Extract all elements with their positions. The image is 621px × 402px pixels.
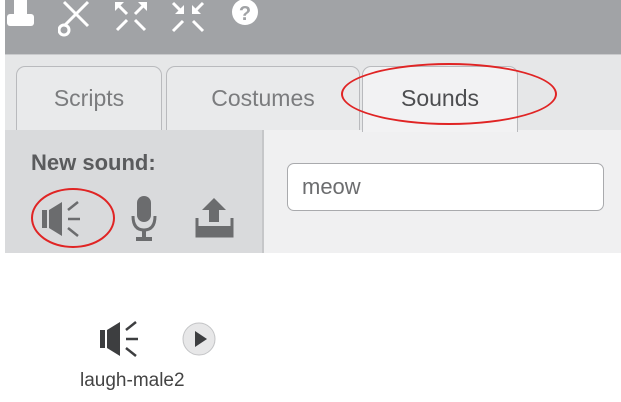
upload-icon[interactable] xyxy=(194,196,238,240)
shrink-icon[interactable] xyxy=(170,0,206,40)
tab-costumes[interactable]: Costumes xyxy=(166,66,360,130)
svg-text:?: ? xyxy=(239,3,251,25)
cut-icon[interactable] xyxy=(58,0,94,40)
sound-library-highlight-ring xyxy=(31,188,115,248)
sounds-tab-highlight-ring xyxy=(341,63,557,125)
stamp-icon[interactable] xyxy=(5,0,45,40)
toolbar xyxy=(5,0,621,54)
help-icon[interactable]: ? xyxy=(227,0,267,40)
play-icon[interactable] xyxy=(181,321,217,357)
grow-icon[interactable] xyxy=(113,0,149,40)
sound-name-field[interactable] xyxy=(287,163,604,211)
new-sound-heading: New sound: xyxy=(31,150,156,175)
tab-scripts[interactable]: Scripts xyxy=(16,66,162,130)
sound-card-label: laugh-male2 xyxy=(80,370,185,391)
sound-library-icon xyxy=(100,321,138,357)
microphone-icon[interactable] xyxy=(129,194,159,246)
